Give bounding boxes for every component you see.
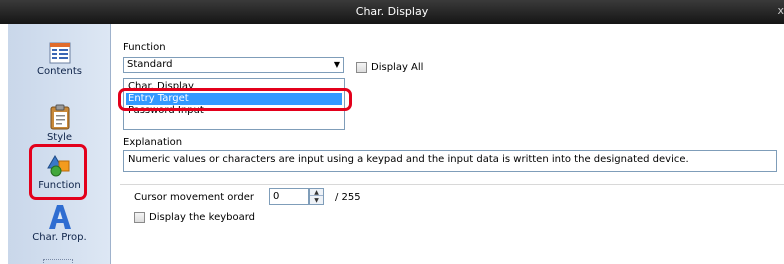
function-select-value: Standard <box>127 59 173 70</box>
title-bar: Char. Display x <box>0 0 784 24</box>
sidebar-item-style[interactable]: Style <box>8 104 111 143</box>
close-icon[interactable]: x <box>777 4 784 17</box>
display-keyboard-checkbox[interactable] <box>134 212 145 223</box>
highlight-box-function <box>29 144 87 200</box>
clipboard-icon <box>50 104 69 130</box>
display-all-checkbox[interactable] <box>356 62 367 73</box>
cursor-order-max: / 255 <box>335 192 361 203</box>
sidebar-item-char-prop[interactable]: Char. Prop. <box>8 204 111 243</box>
chevron-down-icon[interactable]: ▼ <box>334 58 340 72</box>
sidebar-item-label: Style <box>46 132 73 143</box>
explanation-textbox: Numeric values or characters are input u… <box>123 150 777 172</box>
sidebar-item-label: Contents <box>37 66 82 77</box>
cursor-order-stepper[interactable]: ▲ ▼ <box>309 188 324 205</box>
contents-icon <box>49 42 70 64</box>
display-keyboard-label: Display the keyboard <box>149 212 256 223</box>
explanation-label: Explanation <box>123 137 183 148</box>
spin-up-icon[interactable]: ▲ <box>310 189 323 196</box>
function-select[interactable]: Standard ▼ <box>123 57 344 73</box>
highlight-box-entry-target <box>118 88 352 111</box>
display-all-label: Display All <box>371 62 424 73</box>
letter-a-icon <box>48 205 71 229</box>
sidebar-item-label: Char. Prop. <box>32 232 87 243</box>
sidebar-item-contents[interactable]: Contents <box>8 42 111 77</box>
window-title: Char. Display <box>355 5 429 18</box>
function-label: Function <box>123 42 166 53</box>
cursor-order-label: Cursor movement order <box>134 192 254 203</box>
spin-down-icon[interactable]: ▼ <box>310 197 323 204</box>
cursor-order-input[interactable]: 0 <box>269 188 309 205</box>
divider <box>120 184 784 185</box>
sidebar-next-item-icon <box>43 259 73 264</box>
